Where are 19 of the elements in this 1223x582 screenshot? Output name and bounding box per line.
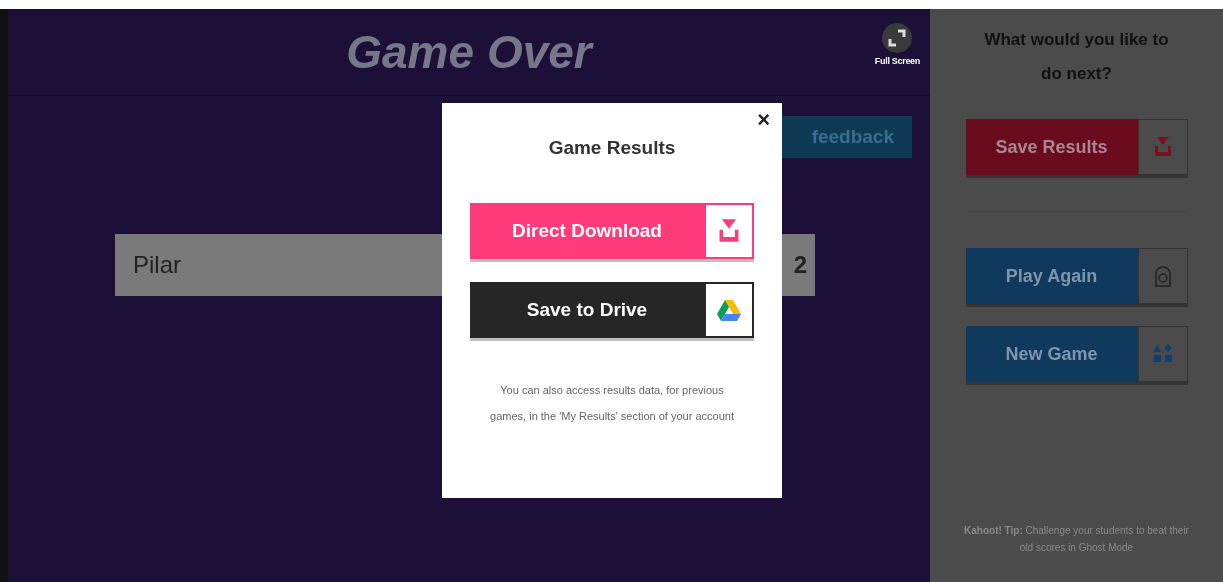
expand-icon	[882, 23, 913, 53]
page-title: Game Over	[346, 25, 592, 79]
dialog-button[interactable]: Direct Download	[470, 203, 754, 259]
close-button[interactable]: ×	[753, 107, 774, 133]
action-button[interactable]: New Game	[965, 326, 1188, 382]
player-name: Pilar	[133, 251, 181, 279]
dialog-title: Game Results	[548, 137, 676, 159]
download-icon	[717, 218, 741, 244]
fullscreen-button[interactable]: Full Screen	[874, 23, 920, 66]
player-score: 2	[793, 251, 807, 279]
action-button[interactable]: Play Again	[965, 248, 1188, 304]
drive-icon	[717, 299, 741, 321]
dialog-note: You can also access results data, for previous games, in the 'My Results' section of your account	[489, 383, 735, 424]
sidebar-heading: What would you like to do next?	[983, 29, 1170, 85]
dialog-button[interactable]: Save to Drive	[470, 282, 754, 338]
action-button[interactable]: Save Results	[965, 119, 1188, 175]
download-icon	[1152, 136, 1173, 158]
replay-icon	[1153, 265, 1172, 287]
shapes-icon	[1152, 344, 1173, 364]
